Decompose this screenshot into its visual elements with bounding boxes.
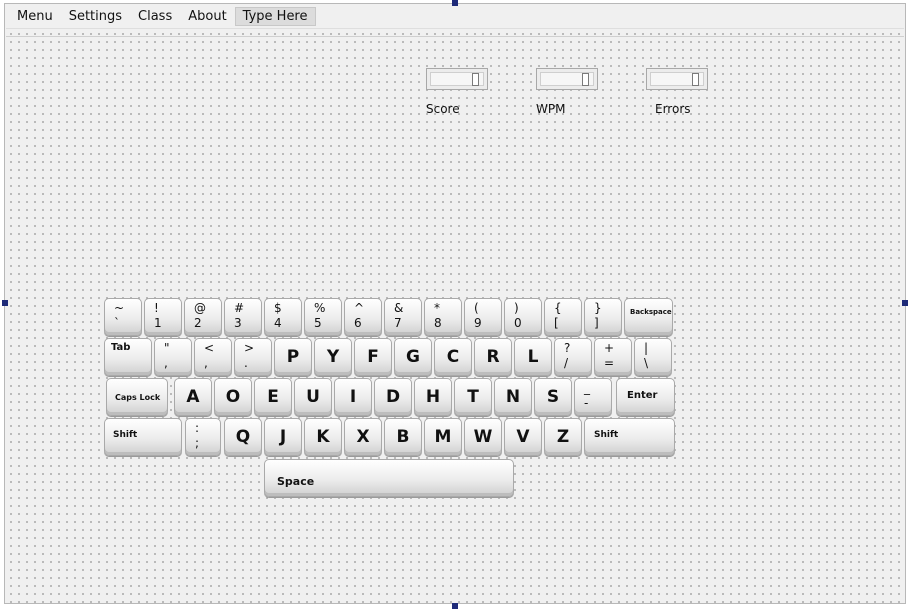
wpm-label: WPM [536, 102, 566, 116]
key-row2-4[interactable]: Y [314, 338, 352, 376]
key-A[interactable]: A [174, 378, 212, 416]
key-row2-11[interactable]: + = [594, 338, 632, 376]
key-H[interactable]: H [414, 378, 452, 416]
menu-item-type-here[interactable]: Type Here [234, 7, 316, 26]
resize-handle-top[interactable] [452, 0, 458, 6]
key-K[interactable]: K [304, 418, 342, 456]
menu-separator [6, 36, 904, 37]
key-shift-left[interactable]: Shift [104, 418, 182, 456]
key-1[interactable]: ! 1 [144, 298, 182, 336]
key-row2-7[interactable]: C [434, 338, 472, 376]
key-[[interactable]: {[ [544, 298, 582, 336]
key-4[interactable]: $4 [264, 298, 302, 336]
key-row2-12[interactable]: | \ [634, 338, 672, 376]
menu-item-menu[interactable]: Menu [9, 7, 61, 26]
key-E[interactable]: E [254, 378, 292, 416]
key-enter[interactable]: Enter [616, 378, 675, 416]
on-screen-keyboard: ~ `! 1 @2 #3 $4% 5 ^ 6 & 7 * 8(9) 0{[}] Backspace Tab ",… [103, 296, 676, 458]
menu-item-settings[interactable]: Settings [61, 7, 130, 26]
key-row2-3[interactable]: P [274, 338, 312, 376]
key-row2-9[interactable]: L [514, 338, 552, 376]
key-row2-6[interactable]: G [394, 338, 432, 376]
key-row2-5[interactable]: F [354, 338, 392, 376]
key-7[interactable]: & 7 [384, 298, 422, 336]
menu-item-class[interactable]: Class [130, 7, 180, 26]
key-J[interactable]: J [264, 418, 302, 456]
key-O[interactable]: O [214, 378, 252, 416]
score-spinner-icon [472, 73, 479, 86]
key-0[interactable]: ) 0 [504, 298, 542, 336]
key-T[interactable]: T [454, 378, 492, 416]
key-row2-1[interactable]: <, [194, 338, 232, 376]
score-stat: Score [426, 68, 488, 116]
key-S[interactable]: S [534, 378, 572, 416]
key-dash[interactable]: _ - [574, 378, 612, 416]
key-6[interactable]: ^ 6 [344, 298, 382, 336]
key-Q[interactable]: Q [224, 418, 262, 456]
wpm-field[interactable] [536, 68, 598, 90]
errors-field[interactable] [646, 68, 708, 90]
key-U[interactable]: U [294, 378, 332, 416]
score-field[interactable] [426, 68, 488, 90]
key-5[interactable]: % 5 [304, 298, 342, 336]
key-D[interactable]: D [374, 378, 412, 416]
key-9[interactable]: (9 [464, 298, 502, 336]
key-V[interactable]: V [504, 418, 542, 456]
key-row2-2[interactable]: >. [234, 338, 272, 376]
key-backspace[interactable]: Backspace [624, 298, 673, 336]
key-8[interactable]: * 8 [424, 298, 462, 336]
key-tab[interactable]: Tab [104, 338, 152, 376]
key-shift-right[interactable]: Shift [584, 418, 675, 456]
key-space[interactable]: Space [264, 459, 514, 497]
key-][interactable]: }] [584, 298, 622, 336]
errors-label: Errors [655, 102, 691, 116]
key-W[interactable]: W [464, 418, 502, 456]
key-X[interactable]: X [344, 418, 382, 456]
key-M[interactable]: M [424, 418, 462, 456]
key-N[interactable]: N [494, 378, 532, 416]
score-label: Score [426, 102, 460, 116]
key-row2-10[interactable]: ? / [554, 338, 592, 376]
key-row2-8[interactable]: R [474, 338, 512, 376]
menu-bar: Menu Settings Class About Type Here [6, 5, 904, 29]
key-3[interactable]: #3 [224, 298, 262, 336]
resize-handle-bottom[interactable] [452, 603, 458, 609]
key-Z[interactable]: Z [544, 418, 582, 456]
key-B[interactable]: B [384, 418, 422, 456]
errors-stat: Errors [646, 68, 708, 116]
key-I[interactable]: I [334, 378, 372, 416]
key-`[interactable]: ~ ` [104, 298, 142, 336]
key-colon[interactable]: :; [185, 418, 221, 456]
key-2[interactable]: @2 [184, 298, 222, 336]
key-caps-lock[interactable]: Caps Lock [106, 378, 168, 416]
resize-handle-right[interactable] [902, 300, 908, 306]
wpm-stat: WPM [536, 68, 598, 116]
resize-handle-left[interactable] [2, 300, 8, 306]
errors-spinner-icon [692, 73, 699, 86]
menu-item-about[interactable]: About [180, 7, 234, 26]
wpm-spinner-icon [582, 73, 589, 86]
key-row2-0[interactable]: ", [154, 338, 192, 376]
